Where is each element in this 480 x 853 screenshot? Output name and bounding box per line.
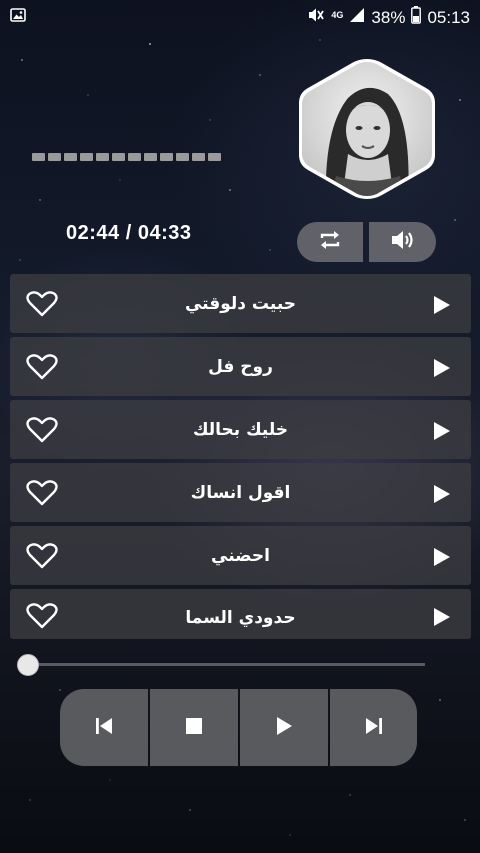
album-cover <box>296 58 438 200</box>
signal-icon <box>349 7 365 28</box>
track-row[interactable]: خليك بحالك <box>10 400 471 459</box>
buffer-indicator <box>32 153 221 161</box>
track-list: حبيت دلوقتي روح فل خليك بحالك اقول انساك <box>10 274 471 643</box>
track-title: احضني <box>211 545 270 566</box>
seek-bar[interactable] <box>30 663 425 666</box>
play-icon[interactable] <box>433 358 451 382</box>
battery-icon <box>411 6 422 29</box>
track-row[interactable]: اقول انساك <box>10 463 471 522</box>
play-icon <box>275 716 293 740</box>
track-row[interactable]: حبيت دلوقتي <box>10 274 471 333</box>
heart-outline-icon[interactable] <box>26 480 58 510</box>
heart-outline-icon[interactable] <box>26 354 58 384</box>
battery-percent: 38% <box>371 7 406 27</box>
play-icon[interactable] <box>433 484 451 508</box>
track-row[interactable]: حدودي السما <box>10 589 471 639</box>
status-bar: 4G 38% 05:13 <box>0 0 480 32</box>
track-row[interactable]: احضني <box>10 526 471 585</box>
track-title: حدودي السما <box>185 608 296 628</box>
volume-icon <box>390 228 416 256</box>
track-title: حبيت دلوقتي <box>184 293 297 314</box>
skip-previous-icon <box>94 717 114 739</box>
track-row[interactable]: روح فل <box>10 337 471 396</box>
play-icon[interactable] <box>433 607 451 631</box>
repeat-button[interactable] <box>297 222 363 262</box>
play-icon[interactable] <box>433 295 451 319</box>
heart-outline-icon[interactable] <box>26 603 58 633</box>
clock: 05:13 <box>427 7 470 27</box>
play-icon[interactable] <box>433 421 451 445</box>
heart-outline-icon[interactable] <box>26 417 58 447</box>
volume-button[interactable] <box>369 222 436 262</box>
transport-controls <box>60 689 417 766</box>
network-type: 4G <box>331 9 344 20</box>
seek-handle[interactable] <box>17 654 39 676</box>
heart-outline-icon[interactable] <box>26 543 58 573</box>
next-button[interactable] <box>330 689 417 766</box>
repeat-icon <box>317 228 343 256</box>
mute-icon <box>307 7 325 28</box>
stop-button[interactable] <box>150 689 238 766</box>
play-icon[interactable] <box>433 547 451 571</box>
track-title: روح فل <box>208 356 273 377</box>
track-title: خليك بحالك <box>192 419 289 440</box>
gallery-icon <box>10 8 26 27</box>
heart-outline-icon[interactable] <box>26 291 58 321</box>
stop-icon <box>185 717 203 739</box>
previous-button[interactable] <box>60 689 148 766</box>
play-button[interactable] <box>240 689 328 766</box>
track-title: اقول انساك <box>190 482 291 503</box>
time-display: 02:44 / 04:33 <box>66 222 192 244</box>
skip-next-icon <box>364 717 384 739</box>
